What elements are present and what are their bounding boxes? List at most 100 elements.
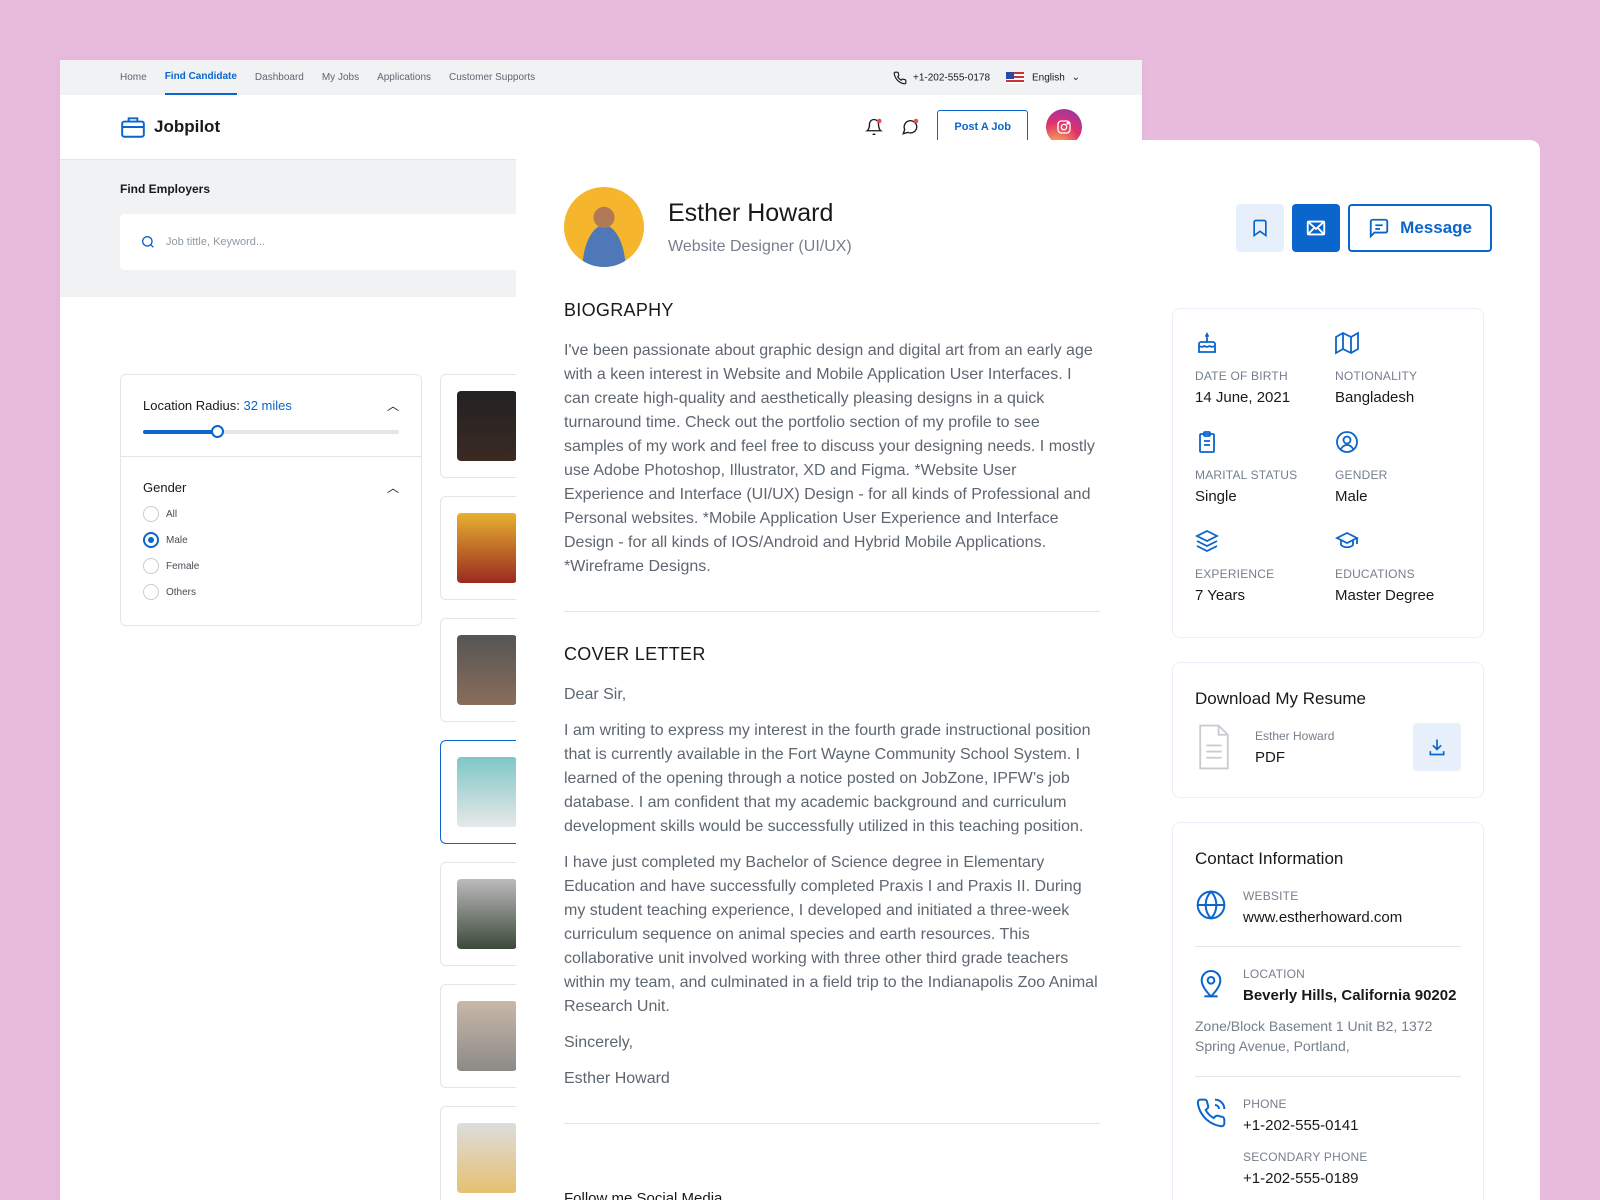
overview-value: Male [1335,488,1368,505]
overview-value: Single [1195,488,1237,505]
nav-dashboard[interactable]: Dashboard [255,60,304,95]
chevron-up-icon[interactable]: ︿ [387,479,399,496]
contact-label: SECONDARY PHONE [1243,1150,1368,1164]
nav-find-candidate[interactable]: Find Candidate [164,60,237,95]
overview-educations: EDUCATIONS Master Degree [1334,529,1475,604]
download-resume-button[interactable] [1413,723,1461,771]
overview-label: EXPERIENCE [1195,567,1275,581]
radio-button-selected[interactable] [143,532,159,548]
divider [1195,1076,1461,1077]
map-pin-icon [1200,970,1222,998]
radius-slider-fill [143,430,218,434]
bookmark-icon [1253,219,1267,238]
resume-file-type: PDF [1255,748,1285,766]
overview-value: 14 June, 2021 [1195,389,1291,406]
follow-social-title: Follow me Social Media [564,1190,723,1200]
cover-letter-paragraph-1: I am writing to express my interest in t… [564,722,1091,835]
cake-icon [1198,331,1216,353]
post-job-button[interactable]: Post A Job [937,110,1028,144]
candidate-photo [457,391,517,461]
secondary-phone-value: +1-202-555-0189 [1243,1170,1359,1187]
graduation-cap-icon [1334,531,1360,549]
radius-value: 32 miles [243,398,292,413]
gender-option-others[interactable]: Others [143,584,399,600]
chevron-up-icon[interactable]: ︿ [387,397,399,414]
radio-button[interactable] [143,558,159,574]
email-button[interactable] [1292,204,1341,252]
resume-owner: Esther Howard [1255,728,1335,743]
overview-label: EDUCATIONS [1335,567,1415,581]
contact-card: Contact Information WEBSITE www.estherho… [1172,822,1484,1200]
overview-experience: EXPERIENCE 7 Years [1194,529,1335,604]
gender-filter: Gender ︿ All Male Female Others [121,457,421,622]
overview-value: Master Degree [1335,587,1435,604]
gender-option-male[interactable]: Male [143,532,399,548]
cover-letter-title: COVER LETTER [564,644,706,664]
stack-icon [1194,529,1220,553]
radio-label: All [166,508,178,520]
website-link[interactable]: www.estherhoward.com [1243,909,1402,926]
divider [1195,946,1461,947]
message-button[interactable]: Message [1348,204,1492,252]
overview-value: 7 Years [1195,587,1246,604]
bookmark-button[interactable] [1236,204,1285,252]
clipboard-icon [1199,431,1215,453]
radius-slider-handle[interactable] [211,425,225,438]
notification-bell-icon[interactable] [865,118,884,136]
download-icon [1429,739,1445,756]
location-radius-filter: Location Radius: 32 miles ︿ [121,375,421,457]
candidate-photo [457,757,517,827]
radio-label: Others [166,586,197,598]
us-flag-icon [1006,71,1025,84]
search-input[interactable]: Job tittle, Keyword... [120,214,520,270]
chevron-down-icon: ⌄ [1071,72,1080,84]
briefcase-icon [121,117,145,138]
logo[interactable]: Jobpilot [120,114,220,140]
contact-label: WEBSITE [1243,889,1299,903]
chat-bubble-icon [1370,218,1389,239]
contact-website: WEBSITE www.estherhoward.com [1195,889,1461,926]
radio-label: Female [166,560,200,572]
candidate-profile-modal: Esther Howard Website Designer (UI/UX) M… [516,140,1540,1200]
radio-button[interactable] [143,584,159,600]
filter-panel: Location Radius: 32 miles ︿ Gender ︿ All… [120,374,422,626]
contact-phone: PHONE +1-202-555-0141 SECONDARY PHONE +1… [1195,1097,1461,1187]
gender-option-all[interactable]: All [143,506,399,522]
candidate-photo [457,879,517,949]
instagram-icon [1057,120,1071,134]
resume-title: Download My Resume [1195,689,1367,708]
radius-slider[interactable] [143,425,399,438]
radius-label: Location Radius: [143,398,240,413]
gender-filter-title: Gender [143,480,187,495]
overview-dob: DATE OF BIRTH 14 June, 2021 [1195,331,1335,406]
nav-applications[interactable]: Applications [377,60,431,95]
profile-role: Website Designer (UI/UX) [668,237,852,255]
overview-label: MARITAL STATUS [1195,468,1298,482]
divider [564,611,1100,612]
gender-option-female[interactable]: Female [143,558,399,574]
radio-button[interactable] [143,506,159,522]
contact-location: LOCATION Beverly Hills, California 90202 [1195,967,1461,1004]
profile-header: Esther Howard Website Designer (UI/UX) [564,187,852,267]
contact-title: Contact Information [1195,849,1344,868]
topbar-phone: +1-202-555-0178 [913,72,991,84]
nav-customer-supports[interactable]: Customer Supports [449,60,535,95]
nav-home[interactable]: Home [120,60,147,95]
envelope-icon [1307,220,1326,236]
chat-icon[interactable] [901,118,919,136]
nav-my-jobs[interactable]: My Jobs [322,60,359,95]
cover-letter-paragraph-2: I have just completed my Bachelor of Sci… [564,854,1098,1015]
contact-label: PHONE [1243,1097,1287,1111]
radio-label: Male [166,534,188,546]
cover-letter-greeting: Dear Sir, [564,686,627,703]
overview-label: DATE OF BIRTH [1195,369,1288,383]
divider [564,1123,1100,1124]
language-select[interactable]: English ⌄ [1006,71,1080,84]
logo-text: Jobpilot [154,117,221,136]
user-circle-icon [1336,431,1358,453]
profile-avatar [564,187,644,267]
contact-label: LOCATION [1243,967,1306,981]
search-placeholder: Job tittle, Keyword... [166,236,266,248]
search-icon [142,236,154,248]
message-button-label: Message [1400,218,1472,237]
